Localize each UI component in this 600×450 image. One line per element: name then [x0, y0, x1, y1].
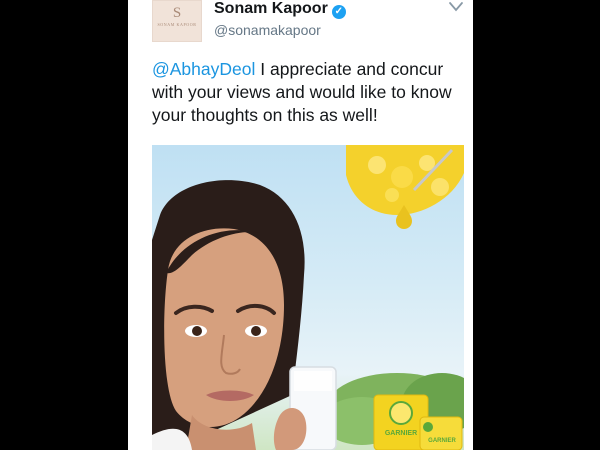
- mention-link[interactable]: @AbhayDeol: [152, 59, 255, 79]
- verified-badge-icon: ✓: [331, 5, 346, 19]
- product-brand-label-2: GARNIER: [428, 438, 456, 444]
- author-name[interactable]: Sonam Kapoor: [214, 0, 328, 17]
- avatar-wordmark: SONAM KAPOOR: [157, 22, 197, 27]
- avatar-monogram: S: [172, 5, 182, 21]
- product-brand-label: GARNIER: [385, 430, 417, 437]
- author-handle[interactable]: @sonamakapoor: [214, 21, 321, 39]
- tweet-media-image[interactable]: GARNIER GARNIER: [152, 145, 464, 450]
- woman-hand: [273, 408, 307, 450]
- tweet-text: @AbhayDeol I appreciate and concur with …: [152, 58, 470, 127]
- chevron-down-icon[interactable]: [448, 0, 464, 14]
- tweet-card: S SONAM KAPOOR Sonam Kapoor ✓ @sonamakapo…: [128, 0, 473, 450]
- avatar[interactable]: S SONAM KAPOOR: [152, 0, 202, 42]
- ad-illustration: GARNIER GARNIER: [152, 145, 464, 450]
- author-name-row[interactable]: Sonam Kapoor ✓: [214, 0, 346, 19]
